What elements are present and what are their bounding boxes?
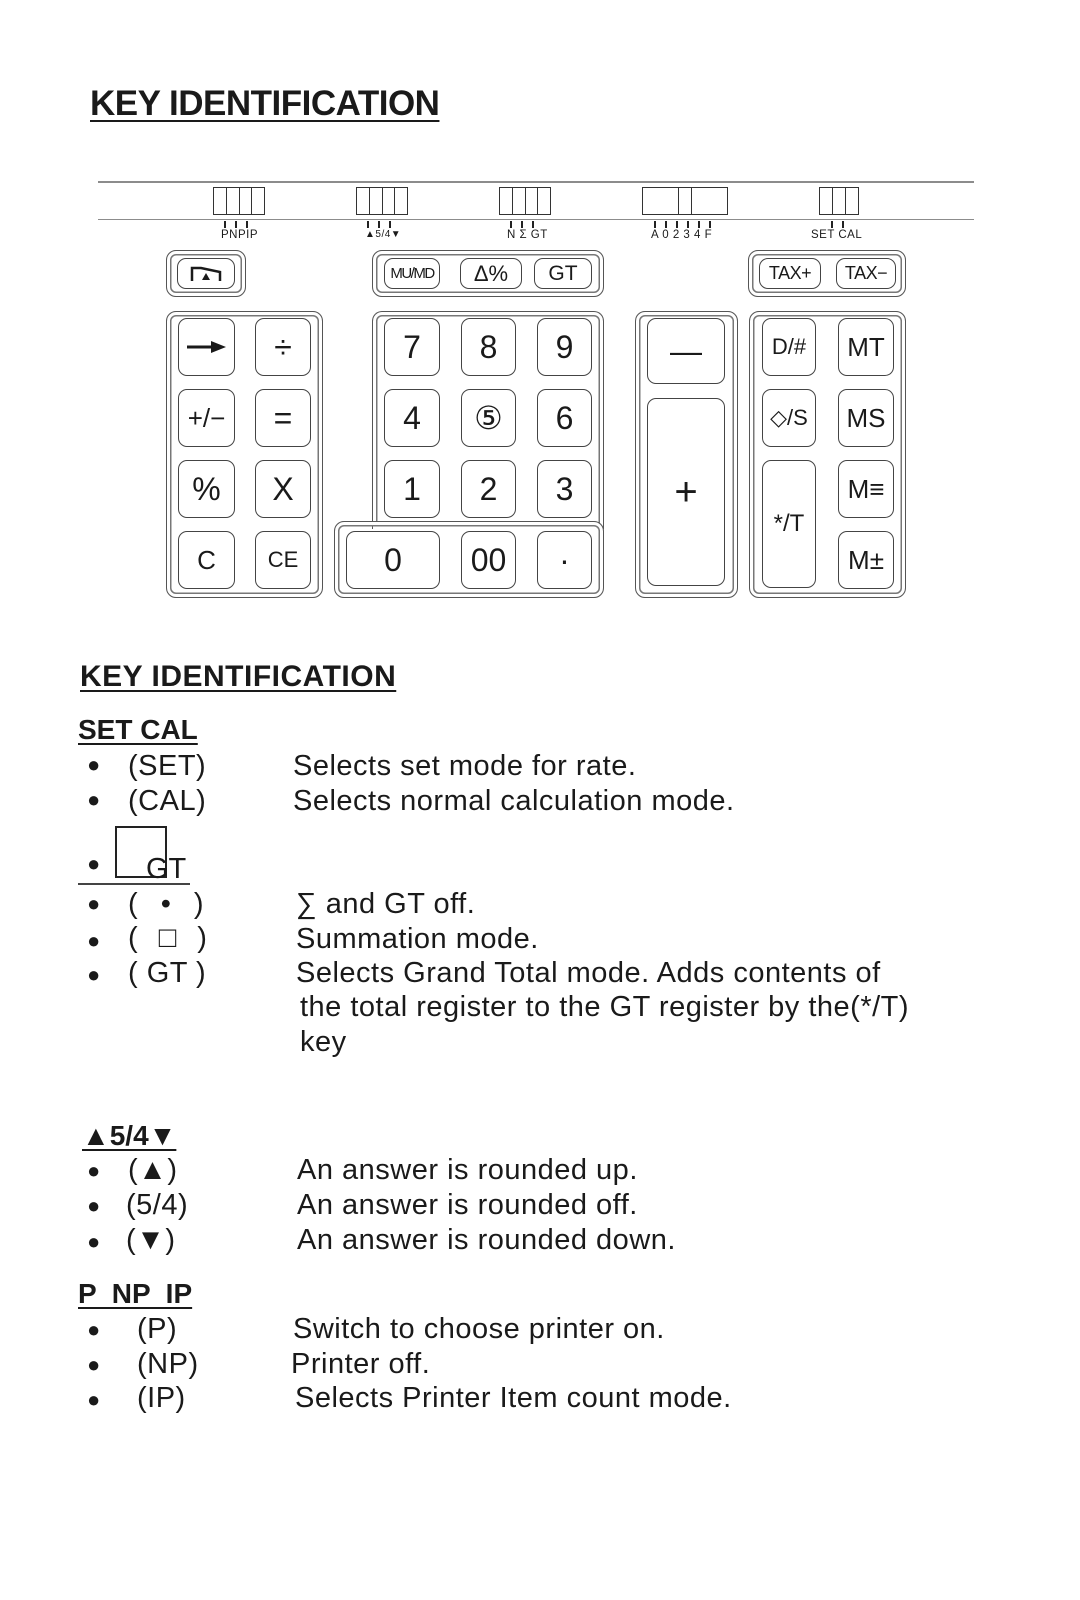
printer-heading: P NP IP <box>78 1278 193 1309</box>
memory-total-key[interactable]: MT <box>838 318 894 376</box>
set-key-label: (SET) <box>128 750 207 782</box>
gt-desc-line-1: Selects Grand Total mode. Adds contents … <box>296 957 881 989</box>
plus-key[interactable]: + <box>647 398 725 586</box>
bullet: ● <box>87 752 101 777</box>
item-count-key-label: (IP) <box>137 1382 186 1414</box>
tax-minus-key[interactable]: TAX− <box>836 258 896 289</box>
key-5[interactable]: ⑤ <box>461 389 516 447</box>
gt-mode-label: N Σ GT <box>507 229 548 241</box>
bullet: ● <box>87 1158 101 1183</box>
printer-off-desc: Printer off. <box>291 1348 431 1380</box>
divide-key[interactable]: ÷ <box>255 318 311 376</box>
percent-key[interactable]: % <box>178 460 235 518</box>
gt-heading: GT <box>146 853 187 885</box>
set-cal-label: SET CAL <box>811 229 863 241</box>
round-down-desc: An answer is rounded down. <box>297 1224 676 1256</box>
bullet: ● <box>87 891 101 916</box>
multiply-key[interactable]: X <box>255 460 311 518</box>
equals-key[interactable]: = <box>255 389 311 447</box>
memory-plus-minus-key[interactable]: M± <box>838 531 894 589</box>
summation-desc: Summation mode. <box>296 923 539 955</box>
bullet: ● <box>87 851 101 876</box>
paper-feed-icon <box>190 266 222 281</box>
print-mode-switch[interactable] <box>213 187 265 215</box>
key-6[interactable]: 6 <box>537 389 592 447</box>
cal-key-desc: Selects normal calculation mode. <box>293 785 735 817</box>
clear-key[interactable]: C <box>178 531 235 589</box>
key-8[interactable]: 8 <box>461 318 516 376</box>
round-up-key-label: (▲) <box>128 1154 178 1186</box>
round-up-desc: An answer is rounded up. <box>297 1154 638 1186</box>
page-title: KEY IDENTIFICATION <box>90 84 440 123</box>
memory-subtotal-key[interactable]: MS <box>838 389 894 447</box>
bullet: ● <box>87 1352 101 1377</box>
decimal-point-key[interactable]: · <box>537 531 592 589</box>
key-3[interactable]: 3 <box>537 460 592 518</box>
print-mode-label: PNPIP <box>221 229 259 241</box>
printer-off-key-label: (NP) <box>137 1348 199 1380</box>
tax-plus-key[interactable]: TAX+ <box>759 258 821 289</box>
non-add-subtotal-key[interactable]: ◇/S <box>762 389 816 447</box>
key-9[interactable]: 9 <box>537 318 592 376</box>
gt-key[interactable]: GT <box>534 258 592 289</box>
mu-md-key[interactable]: MU/MD <box>384 258 440 289</box>
item-count-desc: Selects Printer Item count mode. <box>295 1382 732 1414</box>
rounding-switch[interactable] <box>356 187 408 215</box>
backspace-key[interactable] <box>178 318 235 376</box>
bullet: ● <box>87 1229 101 1254</box>
rounding-heading: ▲5/4▼ <box>82 1120 177 1151</box>
total-key[interactable]: */T <box>762 460 816 588</box>
set-key-desc: Selects set mode for rate. <box>293 750 637 782</box>
date-number-key[interactable]: D/# <box>762 318 816 376</box>
key-1[interactable]: 1 <box>384 460 440 518</box>
set-cal-switch[interactable] <box>819 187 859 215</box>
printer-on-key-label: (P) <box>137 1313 178 1345</box>
rounding-ticks <box>367 221 400 228</box>
gt-off-key-label: ( • ) <box>128 888 205 920</box>
section-title: KEY IDENTIFICATION <box>80 660 397 693</box>
memory-equals-key[interactable]: M≡ <box>838 460 894 518</box>
bullet: ● <box>87 1317 101 1342</box>
gt-off-desc: ∑ and GT off. <box>296 888 476 920</box>
bullet: ● <box>87 787 101 812</box>
arrow-right-icon <box>186 341 226 353</box>
strip-bottom-line <box>98 219 974 220</box>
decimal-switch[interactable] <box>642 187 728 215</box>
sign-change-key[interactable]: +/− <box>178 389 235 447</box>
gt-heading-underline <box>78 883 190 885</box>
strip-top-line <box>98 181 974 183</box>
bullet: ● <box>87 1387 101 1412</box>
key-0[interactable]: 0 <box>346 531 440 589</box>
set-cal-ticks <box>831 221 853 228</box>
decimal-ticks <box>654 221 720 228</box>
print-mode-ticks <box>224 221 257 228</box>
summation-key-label: ( □ ) <box>128 922 208 954</box>
printer-on-desc: Switch to choose printer on. <box>293 1313 665 1345</box>
rounding-label: ▲5/4▼ <box>365 229 402 240</box>
gt-desc-line-2: the total register to the GT register by… <box>300 991 910 1023</box>
paper-feed-key[interactable] <box>177 258 235 289</box>
key-4[interactable]: 4 <box>384 389 440 447</box>
gt-desc-line-3: key <box>300 1026 347 1058</box>
key-7[interactable]: 7 <box>384 318 440 376</box>
set-cal-heading: SET CAL <box>78 714 198 745</box>
gt-mode-ticks <box>510 221 543 228</box>
bullet: ● <box>87 1193 101 1218</box>
delta-percent-key[interactable]: Δ% <box>460 258 522 289</box>
bullet: ● <box>87 962 101 987</box>
round-off-key-label: (5/4) <box>126 1189 189 1221</box>
key-2[interactable]: 2 <box>461 460 516 518</box>
gt-key-label: ( GT ) <box>128 957 207 989</box>
minus-key[interactable]: — <box>647 318 725 384</box>
clear-entry-key[interactable]: CE <box>255 531 311 589</box>
bullet: ● <box>87 928 101 953</box>
key-00[interactable]: 00 <box>461 531 516 589</box>
decimal-label: A 0 2 3 4 F <box>651 229 713 241</box>
gt-mode-switch[interactable] <box>499 187 551 215</box>
round-down-key-label: (▼) <box>126 1224 176 1256</box>
round-off-desc: An answer is rounded off. <box>297 1189 638 1221</box>
cal-key-label: (CAL) <box>128 785 207 817</box>
